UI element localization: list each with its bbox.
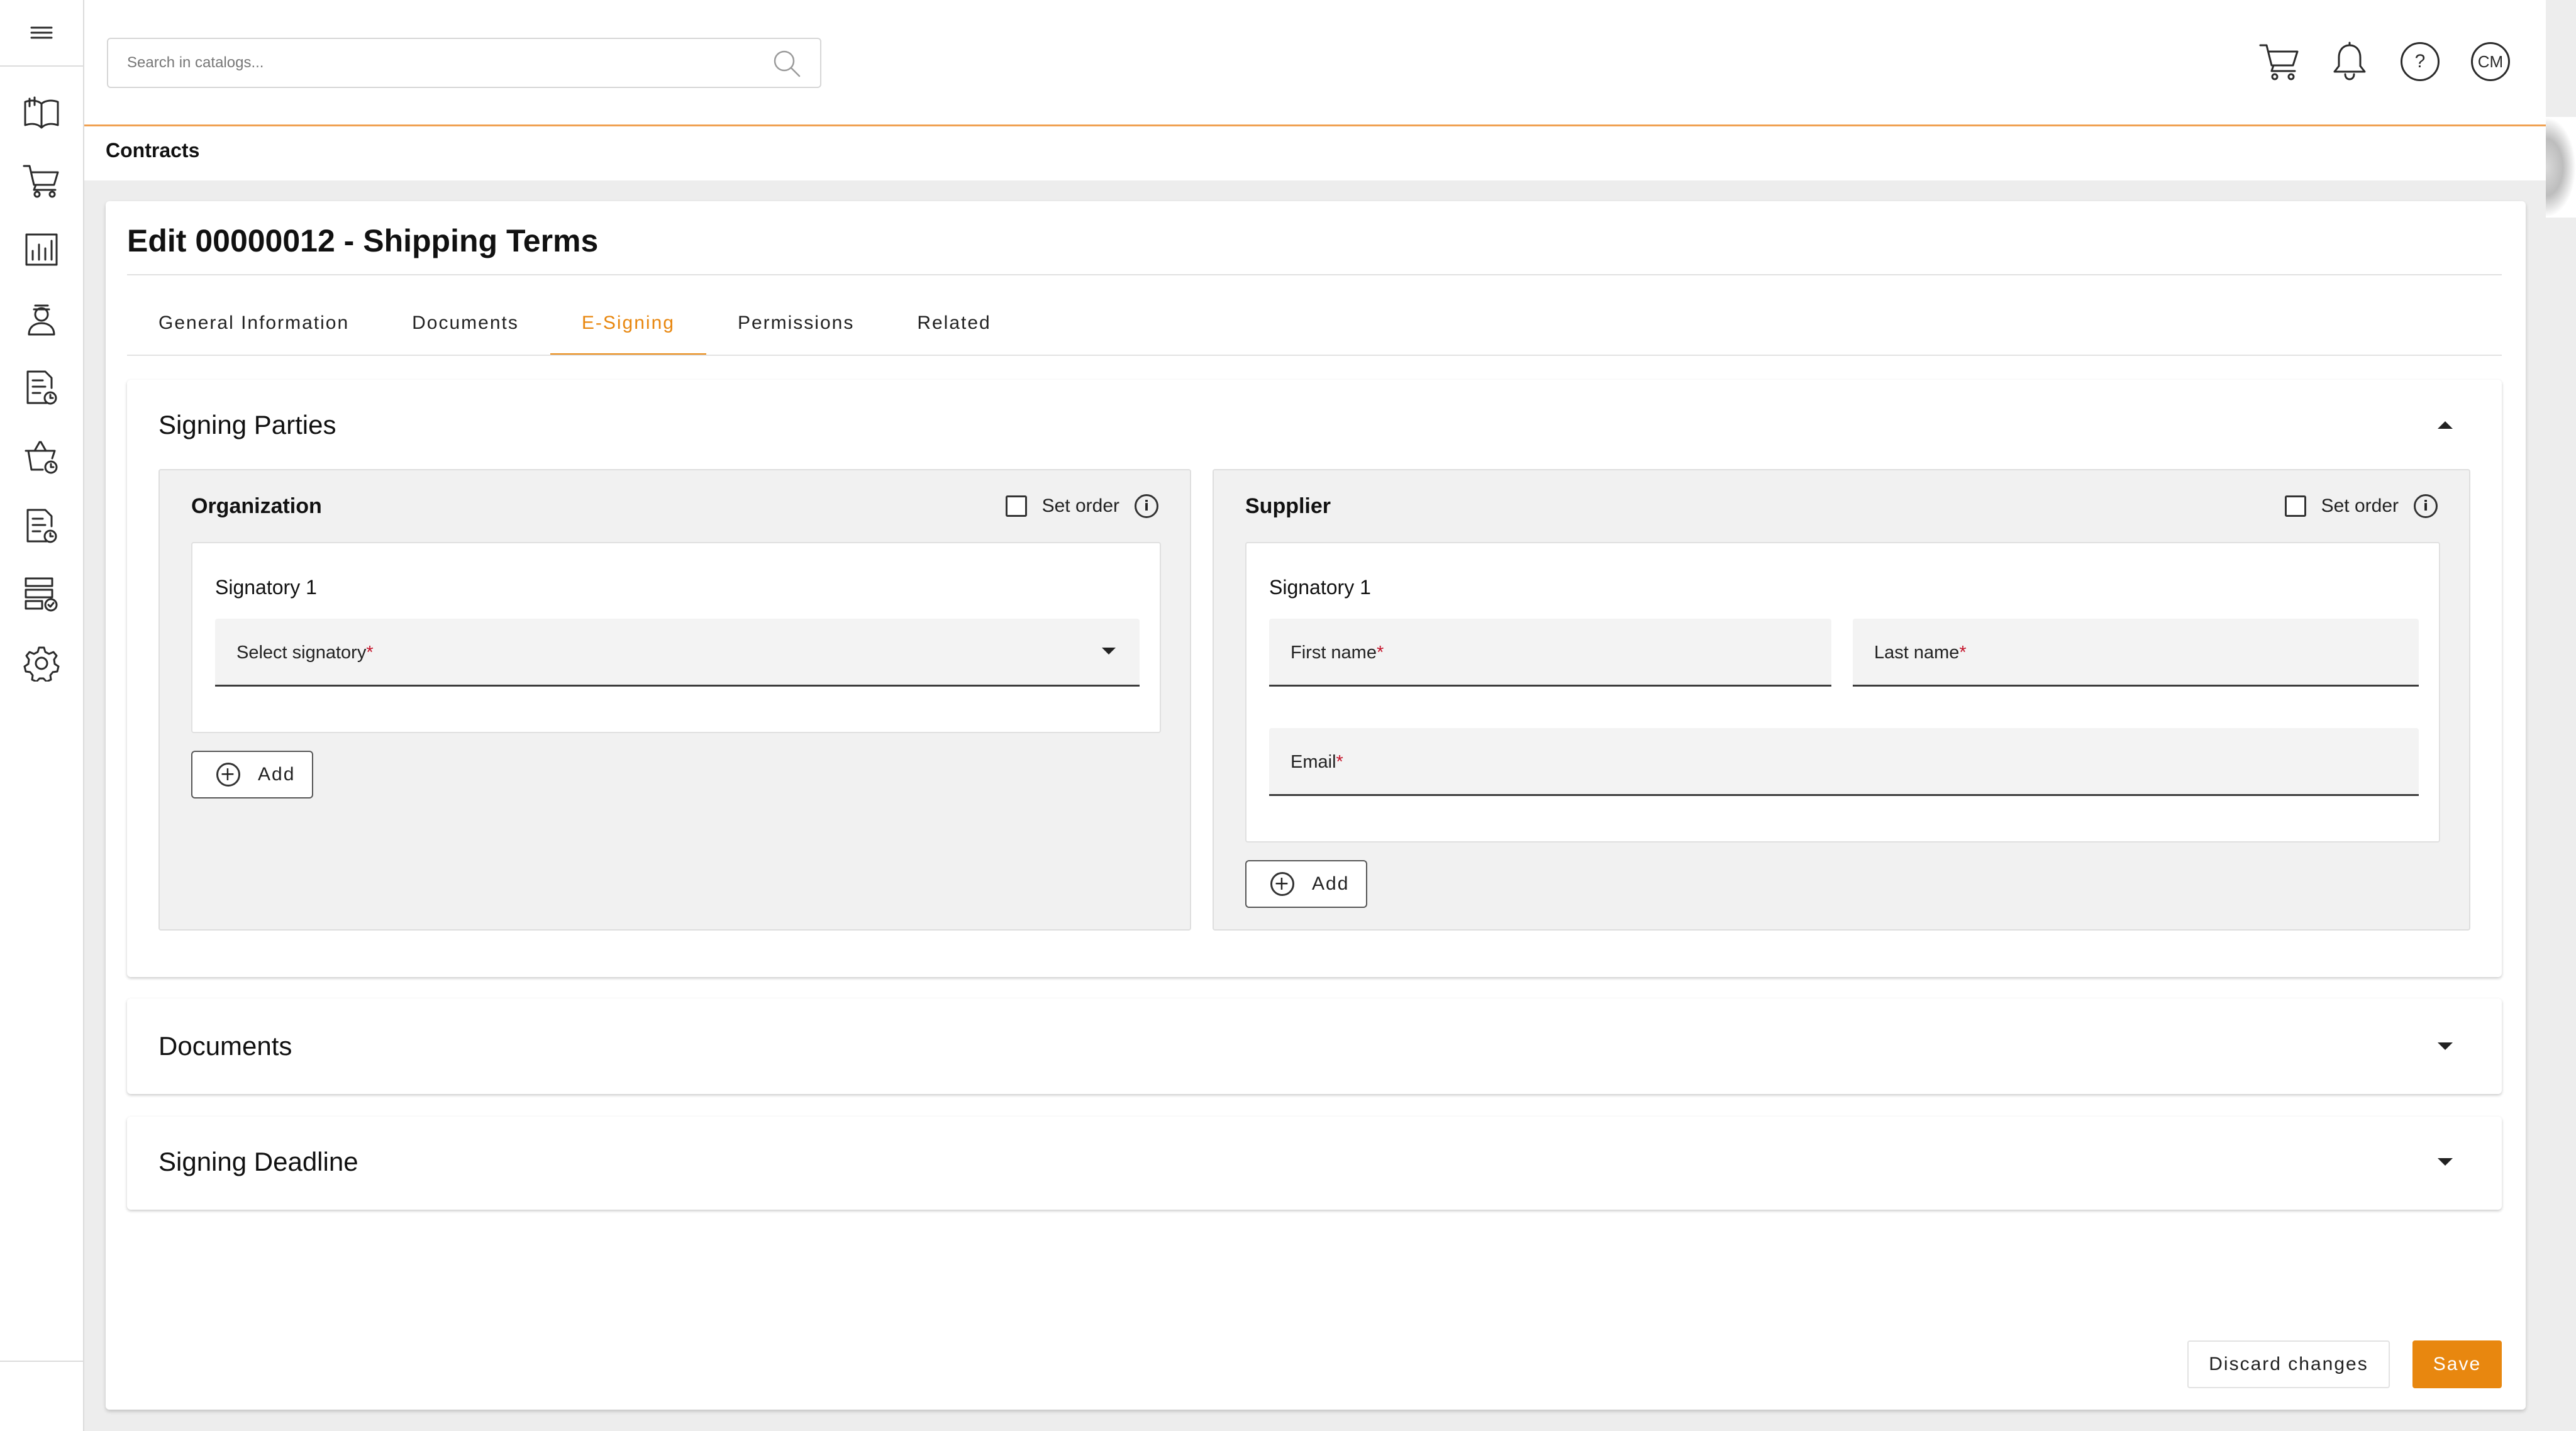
required-mark: * [366,643,374,663]
search-box [107,38,821,88]
basket-clock-icon [25,441,58,474]
organization-panel: Organization Set order i Signatory 1 Sel… [158,469,1191,931]
first-name-label: First name* [1291,643,1384,663]
cart-button[interactable] [2258,40,2301,83]
section-title: Documents [158,1031,292,1061]
user-menu-button[interactable]: CM [2469,40,2512,83]
document-clock-icon [26,370,57,405]
documents-section[interactable]: Documents [127,998,2502,1094]
avatar: CM [2471,42,2510,81]
topbar: ? CM [84,0,2546,126]
sidebar [0,0,84,1431]
list-check-icon [25,577,58,612]
tab-documents[interactable]: Documents [380,301,550,356]
sidebar-item-tasks[interactable] [21,573,62,615]
chevron-down-icon [1102,648,1116,655]
supplier-set-order: Set order i [2284,494,2438,518]
chart-icon [25,233,58,266]
email-label: Email* [1291,752,1343,773]
tab-permissions[interactable]: Permissions [706,301,886,356]
tab-general-information[interactable]: General Information [127,301,380,356]
sidebar-item-cart[interactable] [21,160,62,201]
breadcrumb[interactable]: Contracts [106,139,199,162]
save-button[interactable]: Save [2412,1340,2502,1388]
add-organization-signatory-button[interactable]: + Add [191,751,313,798]
signing-deadline-section[interactable]: Signing Deadline [127,1117,2502,1210]
select-signatory-label: Select signatory* [236,643,374,663]
section-title: Signing Deadline [158,1147,358,1176]
set-order-checkbox[interactable] [2284,495,2306,517]
sidebar-item-analytics[interactable] [21,229,62,270]
collapse-caret-icon[interactable] [2438,421,2453,429]
sidebar-item-settings[interactable] [21,643,62,684]
organization-set-order: Set order i [1005,494,1158,518]
sidebar-item-invoices[interactable] [21,506,62,547]
signatory-title: Signatory 1 [1269,576,1371,599]
email-field[interactable]: Email* [1269,728,2419,796]
set-order-label: Set order [2321,495,2399,516]
help-button[interactable]: ? [2399,40,2441,83]
book-icon [24,96,59,129]
expand-caret-icon[interactable] [2438,1042,2453,1050]
select-signatory-text: Select signatory [236,643,367,663]
search-icon[interactable] [772,49,801,78]
tabs-divider [127,355,2502,356]
signing-parties-section: Signing Parties Organization Set order i… [127,380,2502,977]
sidebar-item-orders[interactable] [21,436,62,478]
section-title: Signing Parties [158,410,336,439]
cart-icon [2259,44,2299,80]
breadcrumb-bar: Contracts [84,126,2546,180]
sidebar-divider [0,1361,83,1362]
plus-circle-icon: + [1270,872,1294,896]
select-signatory-dropdown[interactable]: Select signatory* [215,619,1140,687]
edit-contract-card: Edit 00000012 - Shipping Terms General I… [106,201,2526,1410]
sidebar-item-catalogs[interactable] [21,92,62,133]
plus-circle-icon: + [216,763,240,787]
add-label: Add [258,764,296,785]
notifications-button[interactable] [2328,40,2371,83]
info-icon[interactable]: i [1135,494,1158,518]
tab-related[interactable]: Related [886,301,1022,356]
signatory-title: Signatory 1 [215,576,317,599]
help-icon: ? [2401,42,2440,81]
user-icon [28,304,55,336]
cart-icon [23,165,59,198]
info-icon[interactable]: i [2414,494,2438,518]
sidebar-item-suppliers[interactable] [21,298,62,340]
menu-toggle-button[interactable] [0,0,83,67]
search-input[interactable] [127,48,756,78]
required-mark: * [1959,643,1967,663]
tab-e-signing[interactable]: E-Signing [550,301,706,356]
required-mark: * [1336,752,1343,772]
organization-title: Organization [191,494,322,518]
signatory-card: Signatory 1 Select signatory* [191,542,1161,733]
add-label: Add [1312,873,1350,894]
hamburger-icon [30,26,53,39]
first-name-text: First name [1291,643,1377,663]
discard-changes-button[interactable]: Discard changes [2187,1340,2390,1388]
last-name-label: Last name* [1874,643,1967,663]
gear-icon [23,646,60,682]
set-order-label: Set order [1041,495,1119,516]
page-title: Edit 00000012 - Shipping Terms [127,223,599,258]
last-name-text: Last name [1874,643,1960,663]
required-mark: * [1376,643,1384,663]
email-text: Email [1291,752,1336,772]
bell-icon [2333,41,2366,80]
edge-shadow [2546,117,2576,218]
title-divider [127,274,2502,275]
signatory-card: Signatory 1 First name* Last name* Email… [1245,542,2440,843]
first-name-field[interactable]: First name* [1269,619,1831,687]
supplier-panel: Supplier Set order i Signatory 1 First n… [1213,469,2470,931]
set-order-checkbox[interactable] [1005,495,1027,517]
sidebar-item-contracts[interactable] [21,367,62,409]
tab-bar: General Information Documents E-Signing … [127,301,1023,356]
document-clock-icon [26,509,57,543]
last-name-field[interactable]: Last name* [1853,619,2419,687]
topbar-actions: ? CM [2258,40,2512,83]
expand-caret-icon[interactable] [2438,1158,2453,1166]
supplier-title: Supplier [1245,494,1331,518]
add-supplier-signatory-button[interactable]: + Add [1245,860,1367,908]
